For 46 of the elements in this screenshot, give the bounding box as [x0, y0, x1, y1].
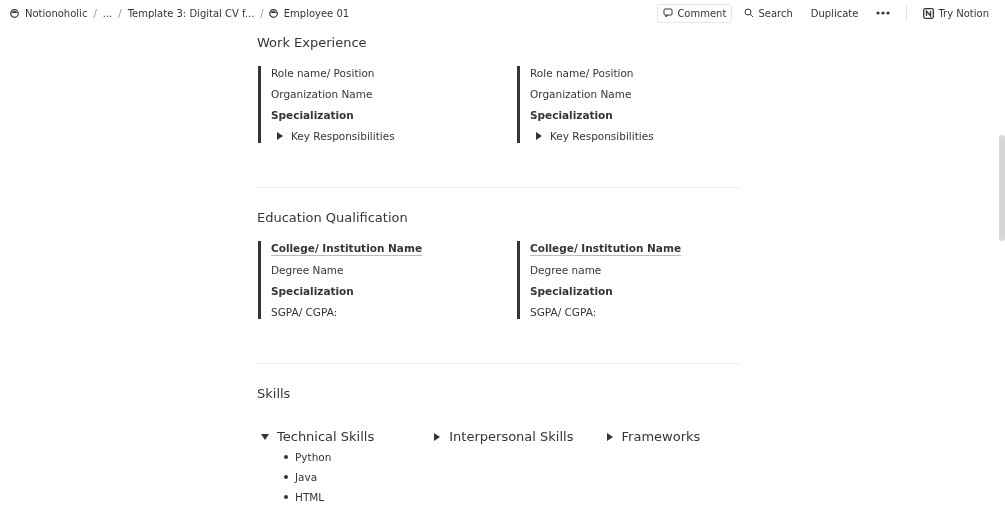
breadcrumb-link[interactable]: Employee 01 — [282, 7, 351, 19]
field-label: Specialization — [530, 284, 613, 298]
bullet-icon — [284, 495, 288, 499]
section-heading: Work Experience — [257, 35, 368, 50]
notion-logo-icon — [923, 7, 935, 19]
breadcrumb-link[interactable]: Notionoholic — [24, 7, 89, 19]
field-text: Role name/ Position — [271, 66, 375, 80]
field-text: Organization Name — [530, 87, 632, 101]
caret-right-icon[interactable] — [433, 432, 442, 441]
bullet-icon — [284, 455, 288, 459]
breadcrumb-separator: / — [260, 7, 264, 19]
field-text: Degree name — [530, 263, 602, 277]
comment-icon — [663, 8, 674, 18]
page-link[interactable]: College/ Institution Name — [271, 241, 422, 256]
toggle-heading[interactable]: Frameworks — [621, 429, 701, 444]
caret-right-icon[interactable] — [605, 432, 614, 441]
page-link[interactable]: College/ Institution Name — [530, 241, 681, 256]
toggle-label[interactable]: Key Responsibilities — [550, 129, 654, 143]
breadcrumb-separator: / — [93, 7, 97, 19]
field-text: Degree Name — [271, 263, 344, 277]
list-item: Python — [295, 451, 332, 463]
more-icon — [876, 11, 891, 15]
section-heading: Skills — [257, 386, 292, 401]
caret-right-icon[interactable] — [535, 132, 543, 140]
list-item: HTML — [295, 491, 325, 503]
toggle-heading[interactable]: Technical Skills — [277, 429, 375, 444]
breadcrumb-link[interactable]: Template 3: Digital CV f... — [126, 7, 256, 19]
field-text: SGPA/ CGPA: — [530, 305, 597, 319]
field-label: Specialization — [271, 284, 354, 298]
comment-button[interactable]: Comment — [657, 3, 733, 23]
toggle-label[interactable]: Key Responsibilities — [291, 129, 395, 143]
toggle-heading[interactable]: Interpersonal Skills — [449, 429, 574, 444]
bullet-icon — [284, 475, 288, 479]
caret-right-icon[interactable] — [276, 132, 284, 140]
list-item: Java — [295, 471, 318, 483]
breadcrumb-link[interactable]: ... — [101, 7, 114, 19]
search-icon — [744, 8, 755, 18]
section-heading: Education Qualification — [257, 210, 409, 225]
breadcrumb-separator: / — [118, 7, 122, 19]
field-text: Organization Name — [271, 87, 373, 101]
field-label: Specialization — [530, 108, 613, 122]
field-label: Specialization — [271, 108, 354, 122]
field-text: Role name/ Position — [530, 66, 634, 80]
caret-down-icon[interactable] — [261, 432, 269, 441]
field-text: SGPA/ CGPA: — [271, 305, 338, 319]
scrollbar[interactable] — [999, 135, 1005, 241]
